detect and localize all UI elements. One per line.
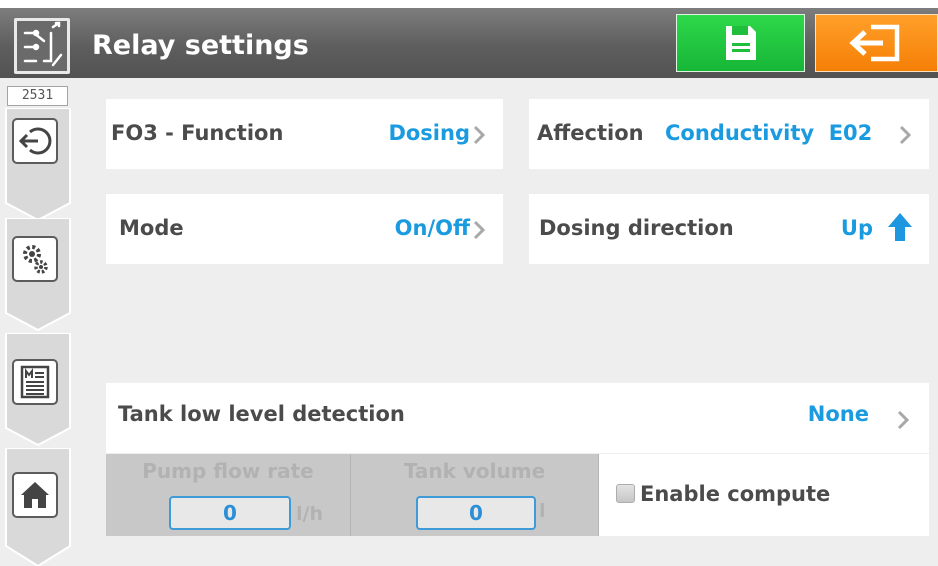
sidebar-button[interactable] [12, 359, 58, 405]
sidebar-item-menu[interactable] [0, 333, 82, 448]
exit-button[interactable] [815, 14, 938, 72]
device-id: 2531 [7, 86, 68, 106]
sidebar-item-home[interactable] [0, 448, 82, 566]
gears-settings-icon [23, 245, 48, 274]
chevron-right-icon [473, 220, 485, 240]
sidebar: 2531 [0, 78, 82, 566]
header: Relay settings [0, 0, 938, 78]
affection-setting[interactable]: Affection Conductivity E02 [529, 99, 929, 169]
tank-volume-label: Tank volume [403, 459, 546, 483]
tank-low-level-value: None [807, 402, 869, 426]
sidebar-item-settings[interactable] [0, 218, 82, 333]
function-setting[interactable]: FO3 - Function Dosing [106, 99, 503, 169]
input-login-icon [18, 127, 52, 155]
affection-value: Conductivity E02 [665, 121, 873, 145]
pump-flow-rate-panel: Pump flow rate 0 l/h [106, 454, 351, 536]
enable-compute-label: Enable compute [640, 482, 831, 506]
tank-volume-input[interactable]: 0 [416, 496, 536, 530]
sidebar-button[interactable] [12, 118, 58, 164]
sidebar-button[interactable] [12, 236, 58, 282]
dosing-direction-label: Dosing direction [539, 216, 734, 240]
header-bar: Relay settings [0, 8, 938, 78]
chevron-right-icon [897, 410, 909, 430]
tank-volume-panel: Tank volume 0 l [351, 454, 599, 536]
sidebar-item-input[interactable] [0, 108, 82, 223]
dosing-direction-setting[interactable]: Dosing direction Up [529, 194, 929, 264]
mode-value: On/Off [394, 216, 470, 240]
chevron-right-icon [899, 125, 911, 145]
sidebar-button[interactable] [12, 472, 58, 518]
enable-compute-checkbox[interactable] [616, 484, 635, 503]
chevron-right-icon [473, 125, 485, 145]
floppy-disk-icon [725, 26, 756, 60]
affection-label: Affection [537, 121, 644, 145]
pump-flow-rate-unit: l/h [296, 503, 323, 525]
tank-low-level-label: Tank low level detection [118, 402, 405, 426]
save-button[interactable] [676, 14, 805, 72]
dosing-direction-value: Up [840, 216, 873, 240]
mode-setting[interactable]: Mode On/Off [106, 194, 503, 264]
function-label: FO3 - Function [111, 121, 284, 145]
mode-label: Mode [119, 216, 184, 240]
relay-switch-icon [14, 18, 70, 74]
page-title: Relay settings [92, 30, 309, 61]
pump-flow-rate-input[interactable]: 0 [169, 496, 291, 530]
home-icon [21, 482, 49, 508]
tank-volume-unit: l [539, 500, 546, 522]
function-value: Dosing [388, 121, 470, 145]
menu-list-icon [20, 365, 50, 399]
tank-low-level-setting[interactable]: Tank low level detection None [106, 383, 929, 453]
exit-door-icon [848, 24, 899, 62]
arrow-up-icon [888, 213, 912, 241]
pump-flow-rate-label: Pump flow rate [142, 459, 314, 483]
